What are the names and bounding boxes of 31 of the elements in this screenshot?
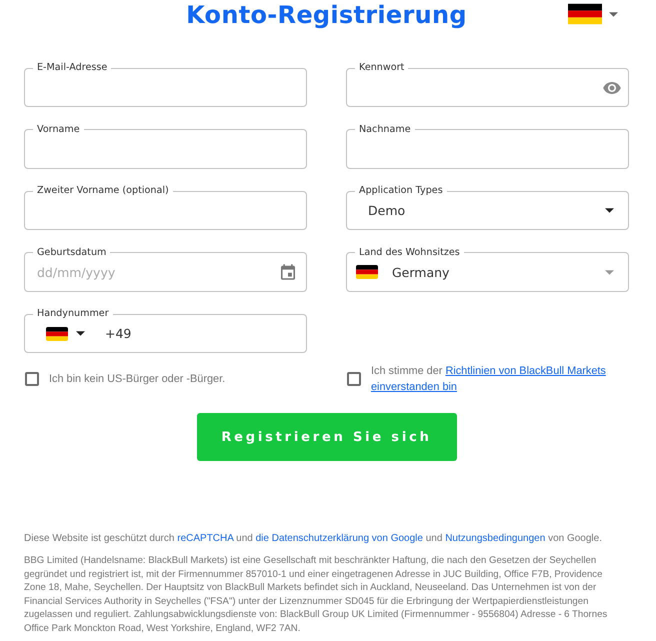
consent-label: Ich stimme der Richtlinien von BlackBull Markets einverstanden bin: [371, 364, 607, 395]
email-field[interactable]: E-Mail-Adresse: [24, 62, 307, 107]
first-name-field[interactable]: Vorname: [24, 124, 307, 168]
country-select[interactable]: Land des Wohnsitzes Germany: [346, 246, 629, 292]
legal-disclaimer: BBG Limited (Handelsname: BlackBull Markets) ist eine Gesellschaft mit beschränkter Haftung, die nach den Gesetzen der Seychellen gegründet und registriert ist, mit der Firmennummer 857010-1 und einer eingetragenen Adresse in JUC Building, Office F7B, Providence Zone 18, Mahe, Seychellen. Der Hauptsitz von BlackBull Markets befindet sich in Auckland, Neuseeland. Das Unternehmen ist von der Financial Services Authority in Seychelles ("FSA") unter der Lizenznummer SD045 für die Erbringung der Wertpapierdienstleistungen zugelassen und reguliert. Zahlungsabwicklungsdienste von: BlackBull Group UK Limited (Firmennummer - 9556804) Adresse - 6 Thornes Office Park Monckton Road, West Yorkshire, England, WF2 7AN.: [24, 554, 608, 635]
privacy-policy-link[interactable]: die Datenschutzerklärung von Google: [256, 533, 423, 544]
calendar-icon[interactable]: [281, 264, 295, 280]
policy-link[interactable]: Richtlinien von BlackBull Markets: [445, 365, 606, 377]
consent-label: Ich bin kein US-Bürger oder -Bürger.: [49, 372, 226, 387]
checkbox[interactable]: [347, 372, 361, 386]
policy-link[interactable]: einverstanden bin: [371, 381, 457, 393]
recaptcha-notice: Diese Website ist geschützt durch reCAPTCHA und die Datenschutzerklärung von Google und Nutzungsbedingungen von Google.: [24, 532, 603, 545]
caret-icon: [605, 270, 614, 274]
flag-icon: [46, 326, 68, 340]
last-name-field[interactable]: Nachname: [346, 124, 629, 168]
eye-icon[interactable]: [603, 82, 621, 94]
caret-icon: [605, 208, 614, 213]
language-selector[interactable]: [568, 3, 618, 25]
caret-icon: [609, 12, 618, 16]
password-field[interactable]: Kennwort: [346, 62, 629, 107]
flag-icon: [568, 3, 602, 25]
flag-icon: [356, 265, 378, 279]
caret-icon: [76, 331, 85, 336]
recaptcha-link[interactable]: reCAPTCHA: [177, 533, 234, 544]
birth-date-field[interactable]: Geburtsdatum dd/mm/yyyy: [24, 246, 307, 292]
application-type-select[interactable]: Application Types Demo: [346, 185, 629, 230]
middle-name-field[interactable]: Zweiter Vorname (optional): [24, 185, 307, 230]
phone-field[interactable]: Handynummer +49: [24, 308, 307, 353]
checkbox[interactable]: [25, 372, 39, 386]
terms-link[interactable]: Nutzungsbedingungen: [445, 533, 546, 544]
page-title: Konto-Registrierung: [186, 0, 467, 30]
